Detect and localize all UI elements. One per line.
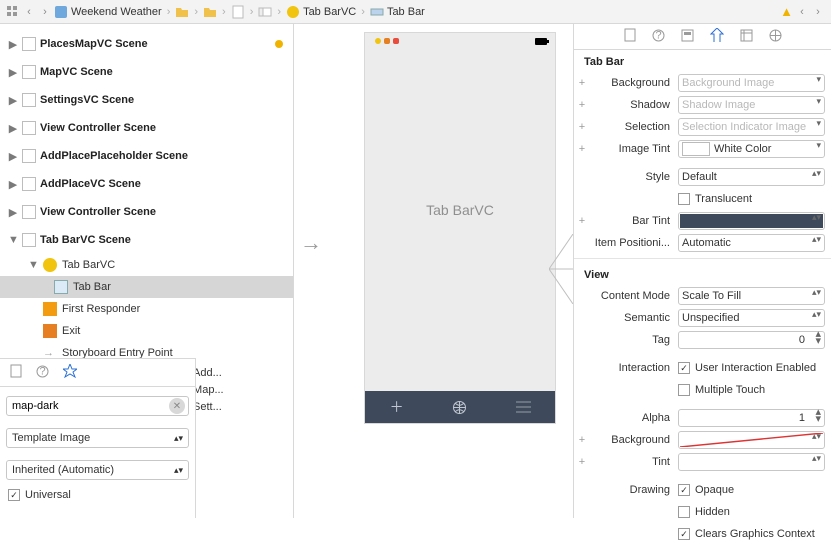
file-inspector-icon[interactable] bbox=[624, 28, 636, 45]
status-bar bbox=[365, 33, 555, 49]
jump-crumb-project[interactable]: Weekend Weather bbox=[54, 5, 162, 19]
jump-crumb-storyboard[interactable] bbox=[258, 5, 272, 19]
identity-inspector-icon[interactable] bbox=[681, 29, 694, 45]
jump-crumb-file[interactable] bbox=[231, 5, 245, 19]
preview-tabbar[interactable]: ＋ bbox=[365, 391, 555, 423]
document-outline: ▶PlacesMapVC Scene ▶MapVC Scene ▶Setting… bbox=[0, 24, 294, 518]
jump-crumb-label: Tab BarVC bbox=[303, 6, 356, 18]
content-mode-select[interactable]: Scale To Fill▴▾ bbox=[678, 287, 825, 305]
style-select[interactable]: Default▴▾ bbox=[678, 168, 825, 186]
background-image-select[interactable]: Background Image▾ bbox=[678, 74, 825, 92]
view-tint-color[interactable]: ▴▾ bbox=[678, 453, 825, 471]
exit-icon bbox=[43, 324, 57, 338]
outline-item[interactable]: ▼Tab BarVC bbox=[0, 254, 293, 276]
rendering-select[interactable]: Template Image▴▾ bbox=[6, 428, 189, 448]
jump-crumb-folder2[interactable] bbox=[203, 5, 217, 19]
segue-arrow-icon: → bbox=[300, 230, 322, 256]
multiple-touch-checkbox[interactable]: Multiple Touch bbox=[678, 384, 825, 396]
scene-row[interactable]: ▼Tab BarVC Scene bbox=[0, 226, 293, 254]
section-header: Tab Bar bbox=[574, 50, 831, 72]
segue-fanout-icon bbox=[549, 234, 573, 304]
scene-row[interactable]: ▶MapVC Scene bbox=[0, 58, 293, 86]
selection-image-select[interactable]: Selection Indicator Image▾ bbox=[678, 118, 825, 136]
translucent-checkbox[interactable]: Translucent bbox=[678, 193, 825, 205]
image-tint-select[interactable]: White Color▾ bbox=[678, 140, 825, 158]
hidden-checkbox[interactable]: Hidden bbox=[678, 506, 825, 518]
jump-back-icon[interactable]: ‹ bbox=[22, 5, 36, 19]
warning-dot-icon bbox=[275, 40, 283, 48]
opaque-checkbox[interactable]: ✓Opaque bbox=[678, 484, 825, 496]
help-tab-icon[interactable]: ? bbox=[36, 365, 49, 381]
item-positioning-select[interactable]: Automatic▴▾ bbox=[678, 234, 825, 252]
tabcontroller-icon bbox=[43, 258, 57, 272]
asset-name-input[interactable] bbox=[6, 396, 189, 416]
tabbar-item-menu[interactable] bbox=[492, 391, 555, 423]
shadow-image-select[interactable]: Shadow Image▾ bbox=[678, 96, 825, 114]
semantic-select[interactable]: Unspecified▴▾ bbox=[678, 309, 825, 327]
attributes-inspector-icon[interactable] bbox=[710, 28, 724, 45]
file-tab-icon[interactable] bbox=[10, 364, 22, 381]
scene-title: Tab BarVC bbox=[365, 202, 555, 218]
scene-row[interactable]: ▶View Controller Scene bbox=[0, 114, 293, 142]
scene-row[interactable]: ▶AddPlacePlaceholder Scene bbox=[0, 142, 293, 170]
connections-inspector-icon[interactable] bbox=[769, 29, 782, 45]
attributes-tab-icon[interactable] bbox=[63, 364, 77, 381]
scene-row[interactable]: ▶PlacesMapVC Scene bbox=[0, 30, 293, 58]
inspector-tabs: ? bbox=[574, 24, 831, 50]
scene-row[interactable]: ▶View Controller Scene bbox=[0, 198, 293, 226]
tabbar-item-globe[interactable] bbox=[428, 391, 491, 423]
outline-item[interactable]: First Responder bbox=[0, 298, 293, 320]
jump-crumb-folder[interactable] bbox=[175, 5, 189, 19]
battery-icon bbox=[535, 38, 549, 45]
outline-item-selected[interactable]: Tab Bar bbox=[0, 276, 293, 298]
svg-text:?: ? bbox=[655, 29, 661, 41]
jump-bar: ‹ › Weekend Weather › › › › › Tab BarVC … bbox=[0, 0, 831, 24]
jump-aux-back-icon[interactable]: ‹ bbox=[795, 5, 809, 19]
inspector-panel: ? Tab Bar +Background Background Image▾ … bbox=[573, 24, 831, 518]
jump-aux-forward-icon[interactable]: › bbox=[811, 5, 825, 19]
help-inspector-icon[interactable]: ? bbox=[652, 29, 665, 45]
trait-select[interactable]: Inherited (Automatic)▴▾ bbox=[6, 460, 189, 480]
attribute-tabs: ? bbox=[0, 359, 195, 387]
jump-crumb-label: Tab Bar bbox=[387, 6, 425, 18]
asset-attribute-panel: ? ✕ Template Image▴▾ Inherited (Automati… bbox=[0, 358, 196, 518]
size-inspector-icon[interactable] bbox=[740, 29, 753, 45]
outline-item[interactable]: Exit bbox=[0, 320, 293, 342]
alpha-stepper[interactable]: 1▴▾ bbox=[678, 409, 825, 427]
scene-preview[interactable]: Tab BarVC ＋ bbox=[364, 32, 556, 424]
view-background-color[interactable]: ▴▾ bbox=[678, 431, 825, 449]
jump-crumb-tabvc[interactable]: Tab BarVC bbox=[286, 5, 356, 19]
jump-crumb-label: Weekend Weather bbox=[71, 6, 162, 18]
jump-forward-icon[interactable]: › bbox=[38, 5, 52, 19]
jump-grid-icon[interactable] bbox=[6, 5, 20, 19]
tabbar-icon bbox=[54, 280, 68, 294]
warning-icon[interactable]: ▲ bbox=[780, 4, 793, 19]
universal-checkbox[interactable]: ✓Universal bbox=[0, 483, 195, 507]
bar-tint-color[interactable]: ▴▾ bbox=[678, 212, 825, 230]
scene-row[interactable]: ▶AddPlaceVC Scene bbox=[0, 170, 293, 198]
clear-icon[interactable]: ✕ bbox=[169, 398, 185, 414]
jump-crumb-tabbar[interactable]: Tab Bar bbox=[370, 5, 425, 19]
scene-row[interactable]: ▶SettingsVC Scene bbox=[0, 86, 293, 114]
section-header: View bbox=[574, 263, 831, 285]
interface-builder-canvas[interactable]: → Tab BarVC ＋ bbox=[294, 24, 573, 518]
tag-stepper[interactable]: 0▴▾ bbox=[678, 331, 825, 349]
user-interaction-checkbox[interactable]: ✓User Interaction Enabled bbox=[678, 362, 825, 374]
first-responder-icon bbox=[43, 302, 57, 316]
clears-graphics-checkbox[interactable]: ✓Clears Graphics Context bbox=[678, 528, 825, 540]
tabbar-item-add[interactable]: ＋ bbox=[365, 391, 428, 423]
svg-text:?: ? bbox=[39, 365, 45, 377]
